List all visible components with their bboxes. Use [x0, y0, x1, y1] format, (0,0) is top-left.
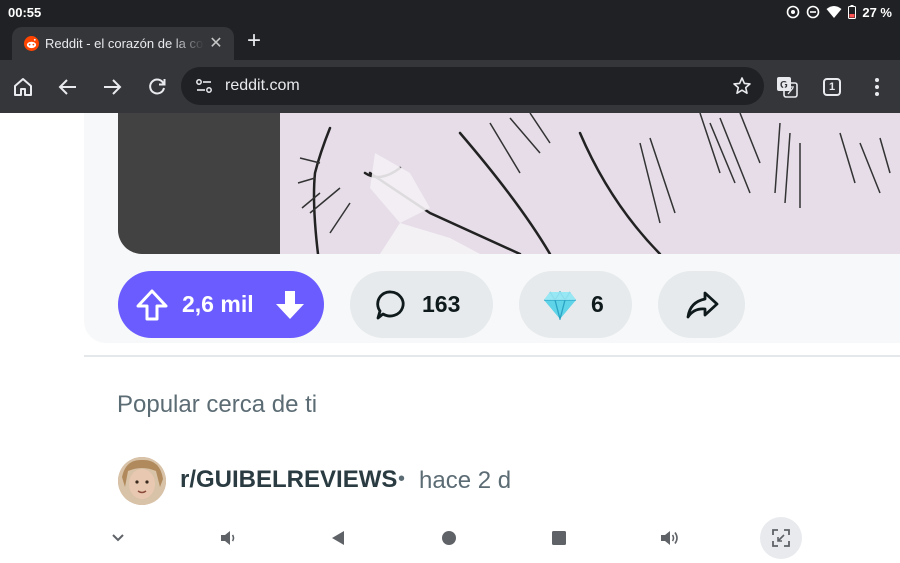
recents-square-icon — [552, 531, 566, 545]
avatar-photo — [118, 457, 166, 505]
vote-pill: 2,6 mil — [118, 271, 324, 338]
section-title: Popular cerca de ti — [117, 391, 318, 418]
comment-icon — [376, 290, 405, 319]
comment-count: 163 — [422, 291, 461, 317]
share-icon — [686, 291, 718, 318]
close-icon[interactable]: ✕ — [208, 35, 224, 52]
back-nav-button[interactable] — [320, 520, 356, 556]
tab-count: 1 — [828, 81, 836, 93]
volume-down-icon — [221, 531, 235, 545]
browser-toolbar: reddit.com G 1 — [0, 60, 900, 113]
new-tab-button[interactable]: + — [243, 28, 265, 54]
clock: 00:55 — [8, 4, 42, 20]
home-button[interactable] — [9, 73, 37, 101]
data-saver-icon — [787, 5, 800, 19]
volume-up-button[interactable] — [652, 520, 688, 556]
volume-up-icon — [661, 531, 678, 545]
tab-strip: Reddit - el corazón de la co ✕ + — [0, 24, 900, 60]
tab-title: Reddit - el corazón de la co — [45, 36, 204, 51]
plus-icon: + — [246, 27, 261, 54]
tab-count-icon: 1 — [823, 78, 841, 96]
reload-button[interactable] — [143, 73, 171, 101]
status-icons: 27 % — [786, 5, 892, 20]
subreddit-avatar[interactable] — [118, 457, 166, 505]
translate-button[interactable]: G — [773, 73, 801, 101]
battery-icon — [848, 5, 857, 19]
system-nav-bar — [0, 513, 900, 563]
feed-divider — [84, 355, 900, 357]
more-vert-icon — [875, 78, 879, 96]
forward-arrow-icon — [104, 79, 122, 95]
address-bar[interactable]: reddit.com — [181, 67, 764, 105]
back-triangle-icon — [332, 531, 344, 545]
upvote-icon[interactable] — [134, 287, 170, 323]
forward-button[interactable] — [98, 73, 126, 101]
do-not-disturb-icon — [807, 5, 820, 19]
site-settings-icon[interactable] — [195, 77, 213, 95]
comments-button[interactable]: 163 — [350, 271, 493, 338]
back-arrow-icon — [58, 79, 76, 95]
menu-button[interactable] — [863, 73, 891, 101]
awards-button[interactable]: 6 — [519, 271, 632, 338]
reddit-icon — [24, 36, 39, 51]
url-text[interactable]: reddit.com — [225, 77, 300, 95]
home-circle-icon — [442, 531, 456, 545]
translate-icon: G — [777, 77, 798, 98]
browser-tab[interactable]: Reddit - el corazón de la co ✕ — [12, 27, 234, 60]
image-dark-panel — [118, 113, 280, 254]
tab-switcher-button[interactable]: 1 — [818, 73, 846, 101]
page-content: 2,6 mil 163 6 Popular cerca de ti r/GUIB… — [0, 113, 900, 513]
volume-down-button[interactable] — [210, 520, 246, 556]
home-nav-button[interactable] — [431, 520, 467, 556]
rotate-screen-button[interactable] — [760, 517, 802, 559]
star-icon[interactable] — [732, 76, 752, 96]
rotate-screen-icon — [772, 529, 790, 547]
award-count: 6 — [591, 291, 604, 317]
wifi-icon — [826, 6, 842, 18]
home-icon — [14, 78, 32, 96]
diamond-icon — [544, 290, 576, 320]
manga-illustration — [297, 113, 891, 254]
vote-count: 2,6 mil — [182, 291, 254, 317]
back-button[interactable] — [54, 73, 82, 101]
status-bar: 00:55 27 % — [0, 0, 900, 24]
downvote-icon[interactable] — [272, 287, 308, 323]
chevron-down-icon — [112, 534, 124, 542]
share-button[interactable] — [658, 271, 745, 338]
hide-nav-button[interactable] — [100, 520, 136, 556]
post-image[interactable] — [118, 113, 900, 254]
subreddit-name[interactable]: r/GUIBELREVIEWS — [180, 466, 397, 494]
meta-separator: • — [398, 468, 406, 490]
post-age: hace 2 d — [419, 467, 512, 494]
recents-nav-button[interactable] — [541, 520, 577, 556]
reload-icon — [149, 78, 166, 95]
battery-percent: 27 % — [862, 4, 892, 20]
